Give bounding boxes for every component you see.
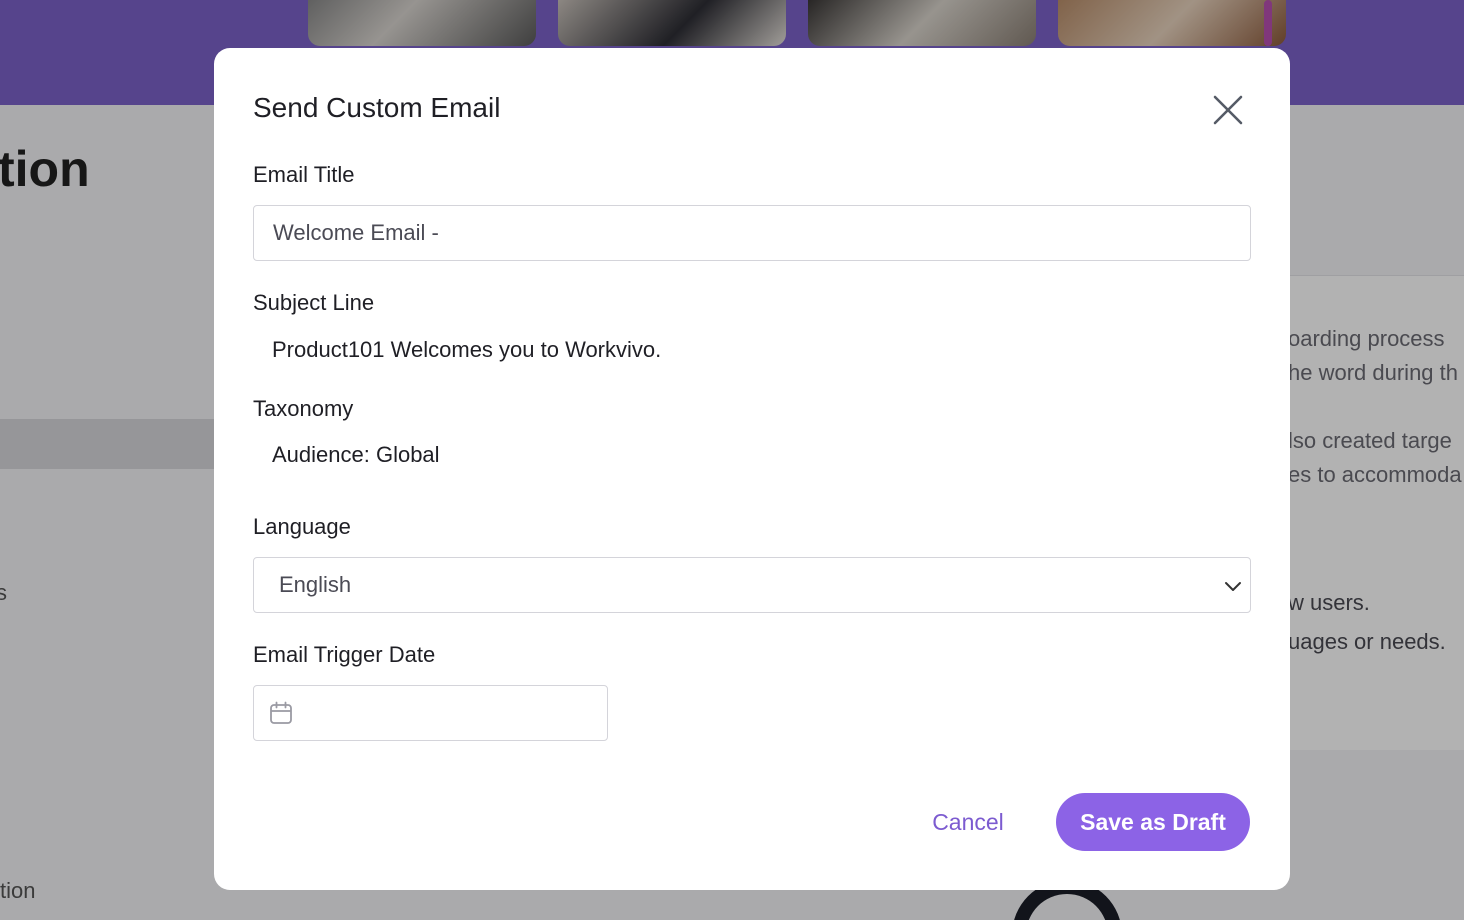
language-selected-value: English — [279, 572, 352, 597]
language-select[interactable]: English — [253, 557, 1251, 613]
calendar-icon — [270, 701, 292, 724]
taxonomy-value: Audience: Global — [272, 442, 440, 467]
close-button[interactable] — [1210, 92, 1246, 128]
taxonomy-label: Taxonomy — [253, 396, 354, 421]
dialog-title: Send Custom Email — [253, 92, 501, 123]
cancel-button[interactable]: Cancel — [914, 793, 1022, 851]
email-trigger-date-label: Email Trigger Date — [253, 642, 436, 667]
save-as-draft-button[interactable]: Save as Draft — [1056, 793, 1250, 851]
email-title-input[interactable] — [253, 205, 1251, 261]
chevron-down-icon — [1225, 582, 1241, 591]
send-custom-email-dialog: Send Custom Email Email Title Subject Li… — [214, 48, 1290, 890]
email-trigger-date-input[interactable] — [253, 685, 608, 741]
email-title-label: Email Title — [253, 162, 355, 187]
subject-line-label: Subject Line — [253, 290, 375, 315]
subject-line-value: Product101 Welcomes you to Workvivo. — [272, 337, 662, 362]
language-label: Language — [253, 514, 351, 539]
close-icon — [1213, 95, 1243, 125]
